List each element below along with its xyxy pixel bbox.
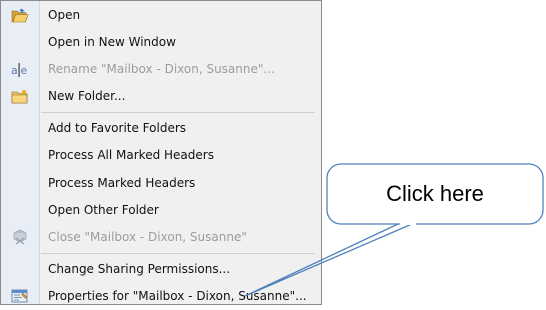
menu-item-open[interactable]: Open: [1, 2, 321, 29]
menu-item-label: Add to Favorite Folders: [48, 121, 187, 136]
svg-text:a: a: [11, 64, 18, 77]
menu-item-label: Open in New Window: [48, 35, 176, 50]
menu-item-label: Process Marked Headers: [48, 175, 196, 190]
menu-item-new-folder[interactable]: New Folder...: [1, 83, 321, 110]
menu-items: Open Open in New Window a e Rename "Mail…: [1, 2, 321, 310]
new-folder-icon: [11, 88, 28, 104]
menu-item-add-favorite[interactable]: Add to Favorite Folders: [1, 115, 321, 142]
close-mailbox-icon: [13, 229, 27, 245]
menu-item-close-mailbox[interactable]: Close "Mailbox - Dixon, Susanne": [1, 224, 321, 251]
context-menu: Open Open in New Window a e Rename "Mail…: [0, 0, 322, 305]
open-folder-icon: [11, 8, 29, 22]
properties-icon: [11, 290, 28, 303]
menu-separator: [41, 112, 315, 114]
svg-text:e: e: [21, 64, 28, 77]
rename-icon: a e: [11, 62, 28, 77]
menu-item-open-new-window[interactable]: Open in New Window: [1, 29, 321, 56]
menu-separator: [41, 252, 315, 254]
menu-item-process-marked[interactable]: Process Marked Headers: [1, 170, 321, 197]
menu-item-label: Rename "Mailbox - Dixon, Susanne"...: [48, 62, 275, 77]
menu-item-open-other-folder[interactable]: Open Other Folder: [1, 197, 321, 224]
menu-item-process-all-marked[interactable]: Process All Marked Headers: [1, 142, 321, 169]
menu-item-label: Change Sharing Permissions...: [48, 261, 231, 276]
menu-item-label: Close "Mailbox - Dixon, Susanne": [48, 229, 247, 244]
menu-item-label: New Folder...: [48, 89, 126, 104]
menu-item-label: Open Other Folder: [48, 202, 159, 217]
click-here-callout: Click here: [326, 163, 544, 225]
menu-item-rename[interactable]: a e Rename "Mailbox - Dixon, Susanne"...: [1, 56, 321, 83]
menu-item-label: Process All Marked Headers: [48, 148, 214, 163]
callout-text: Click here: [386, 181, 484, 206]
menu-item-label: Open: [48, 8, 81, 22]
menu-item-change-sharing[interactable]: Change Sharing Permissions...: [1, 256, 321, 283]
